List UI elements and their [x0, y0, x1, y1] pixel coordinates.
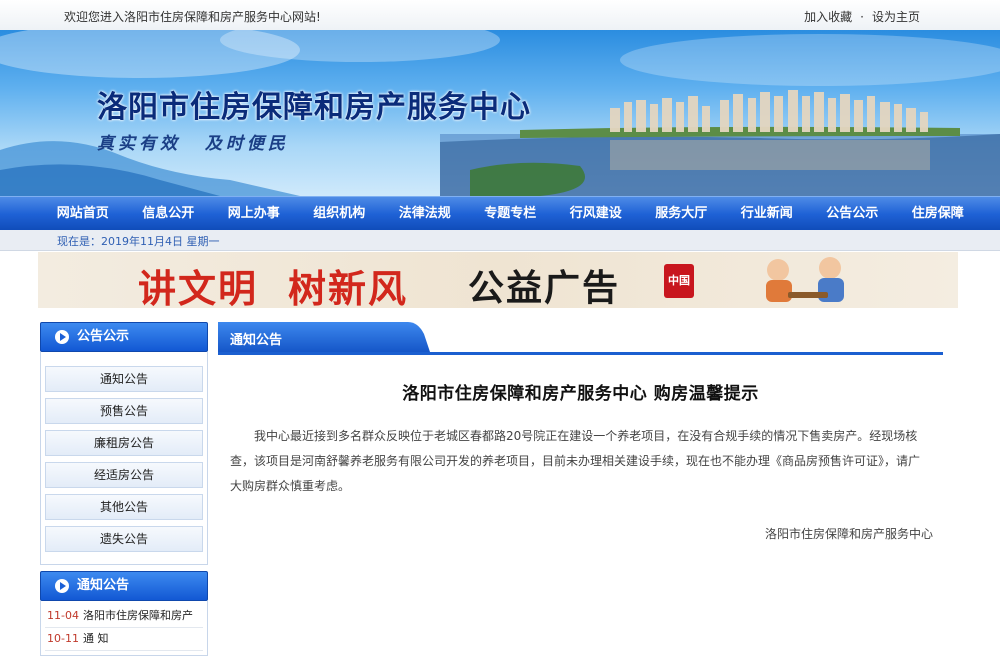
site-title: 洛阳市住房保障和房产服务中心: [97, 90, 531, 125]
ad-text-part2: 树新风: [288, 266, 409, 308]
ad-text-part3: 公益广告: [468, 267, 621, 308]
sidebar-item-other[interactable]: 其他公告: [45, 494, 203, 520]
separator-dot: ·: [860, 10, 864, 24]
main-nav: 网站首页 信息公开 网上办事 组织机构 法律法规 专题专栏 行风建设 服务大厅 …: [0, 196, 1000, 231]
ad-text-part1: 讲文明: [138, 266, 259, 308]
china-dream-seal: 中国梦: [664, 264, 694, 298]
sidebar-header-notices: 通知公告: [40, 571, 208, 601]
nav-item-online-services[interactable]: 网上办事: [211, 197, 297, 231]
sidebar-header-label: 通知公告: [77, 578, 130, 593]
section-tab-label: 通知公告: [230, 333, 283, 348]
sidebar-item-lost[interactable]: 遗失公告: [45, 526, 203, 552]
current-date: 现在是：2019年11月4日 星期一: [57, 235, 220, 248]
date-row: 现在是：2019年11月4日 星期一: [0, 230, 1000, 251]
nav-item-home[interactable]: 网站首页: [40, 197, 126, 231]
nav-item-organization[interactable]: 组织机构: [297, 197, 383, 231]
header-banner: 洛阳市住房保障和房产服务中心 真实有效 及时便民: [0, 30, 1000, 196]
public-service-ad-banner: 讲文明 树新风 公益广告 中国梦: [38, 252, 958, 308]
arrow-circle-icon: [55, 330, 69, 344]
list-item[interactable]: 11-04 洛阳市住房保障和房产: [45, 605, 203, 628]
notice-date: 11-04: [47, 609, 79, 622]
seal-text: 中国梦: [668, 274, 690, 287]
list-item[interactable]: 10-11 通 知: [45, 628, 203, 651]
sidebar: 公告公示 通知公告 预售公告 廉租房公告 经适房公告 其他公告 遗失公告 通知公…: [40, 322, 208, 656]
notice-title: 通 知: [82, 632, 109, 645]
set-homepage-link[interactable]: 设为主页: [872, 10, 920, 24]
sidebar-item-presale[interactable]: 预售公告: [45, 398, 203, 424]
sidebar-item-affordable[interactable]: 经适房公告: [45, 462, 203, 488]
sidebar-item-notice[interactable]: 通知公告: [45, 366, 203, 392]
children-illustration: [766, 257, 844, 302]
nav-item-announcements[interactable]: 公告公示: [810, 197, 896, 231]
notice-title: 洛阳市住房保障和房产: [82, 609, 193, 622]
notice-date: 10-11: [47, 632, 79, 645]
nav-item-service-hall[interactable]: 服务大厅: [639, 197, 725, 231]
sidebar-item-low-rent[interactable]: 廉租房公告: [45, 430, 203, 456]
article-signature: 洛阳市住房保障和房产服务中心: [764, 527, 933, 541]
sidebar-header-announcements: 公告公示: [40, 322, 208, 352]
section-tab-bar: 通知公告: [218, 322, 943, 355]
nav-item-housing-security[interactable]: 住房保障: [895, 197, 981, 231]
article-body: 我中心最近接到多名群众反映位于老城区春都路20号院正在建设一个养老项目，在没有合…: [230, 429, 921, 493]
article-title: 洛阳市住房保障和房产服务中心 购房温馨提示: [402, 384, 759, 404]
main-content: 通知公告 洛阳市住房保障和房产服务中心 购房温馨提示 我中心最近接到多名群众反映…: [218, 322, 943, 542]
add-favorite-link[interactable]: 加入收藏: [804, 10, 852, 24]
arrow-circle-icon: [55, 579, 69, 593]
nav-item-special-topics[interactable]: 专题专栏: [468, 197, 554, 231]
welcome-text: 欢迎您进入洛阳市住房保障和房产服务中心网站!: [64, 10, 321, 24]
top-links: 加入收藏 · 设为主页: [804, 8, 920, 25]
nav-item-info-disclosure[interactable]: 信息公开: [126, 197, 212, 231]
nav-item-conduct[interactable]: 行风建设: [553, 197, 639, 231]
sidebar-category-list: 通知公告 预售公告 廉租房公告 经适房公告 其他公告 遗失公告: [40, 352, 208, 565]
sidebar-header-label: 公告公示: [77, 329, 130, 344]
site-slogan: 真实有效 及时便民: [97, 134, 289, 154]
top-bar: 欢迎您进入洛阳市住房保障和房产服务中心网站! 加入收藏 · 设为主页: [0, 0, 1000, 31]
nav-item-laws[interactable]: 法律法规: [382, 197, 468, 231]
notice-list: 11-04 洛阳市住房保障和房产 10-11 通 知: [40, 601, 208, 656]
nav-item-industry-news[interactable]: 行业新闻: [724, 197, 810, 231]
